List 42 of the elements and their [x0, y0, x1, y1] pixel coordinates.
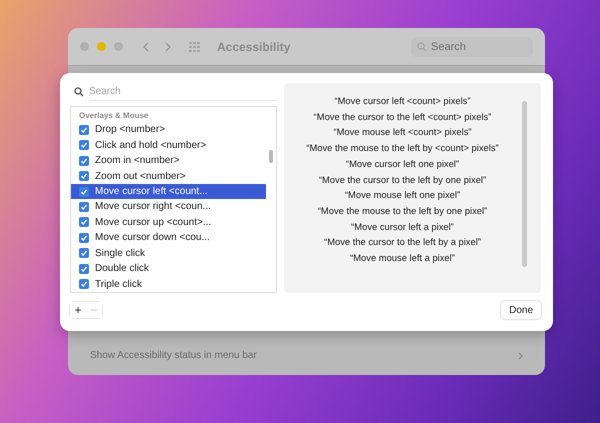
command-row[interactable]: Click and hold <number>: [71, 137, 266, 153]
section-header: Overlays & Mouse: [78, 111, 150, 122]
phrase-text: “Move the cursor to the left by a pixel”: [324, 235, 481, 250]
checkbox[interactable]: [79, 264, 89, 274]
window-title: Accessibility: [217, 40, 290, 54]
command-row[interactable]: Drop <number>: [71, 122, 266, 138]
search-field[interactable]: Search: [89, 83, 277, 101]
search-icon: [74, 87, 84, 97]
command-row[interactable]: Zoom out <number>: [71, 168, 266, 184]
checkbox[interactable]: [79, 202, 89, 212]
command-row[interactable]: Triple click: [71, 276, 266, 292]
phrase-text: “Move the cursor to the left <count> pixels”: [314, 110, 492, 124]
checkbox[interactable]: [79, 140, 89, 150]
phrase-text: “Move mouse left a pixel”: [350, 251, 455, 266]
setting-label: Show Accessibility status in menu bar: [90, 350, 257, 361]
command-row[interactable]: Move cursor right <coun...: [71, 199, 266, 215]
checkbox[interactable]: [79, 279, 89, 290]
phrase-text: “Move cursor left <count> pixels”: [334, 94, 470, 108]
phrase-text: “Move cursor left a pixel”: [351, 220, 454, 234]
checkbox[interactable]: [79, 171, 89, 182]
done-button[interactable]: Done: [501, 301, 541, 319]
command-row[interactable]: Move cursor left <count...: [71, 184, 266, 200]
phrase-text: “Move the mouse to the left by one pixel”: [318, 204, 488, 218]
checkbox[interactable]: [79, 124, 89, 135]
search-icon: [417, 42, 427, 52]
phrase-text: “Move cursor left one pixel”: [346, 156, 460, 171]
command-row[interactable]: Zoom in <number>: [71, 152, 266, 168]
checkbox[interactable]: [79, 186, 89, 197]
command-row[interactable]: Double click: [71, 261, 266, 277]
command-row[interactable]: Move cursor up <count>...: [71, 214, 266, 230]
phrase-text: “Move mouse left <count> pixels”: [333, 125, 472, 140]
phrase-text: “Move the cursor to the left by one pixel”: [318, 172, 486, 187]
checkbox[interactable]: [79, 156, 89, 166]
command-row[interactable]: Single click: [71, 246, 266, 262]
checkbox[interactable]: [79, 248, 89, 258]
command-row[interactable]: Move cursor down <cou...: [71, 230, 266, 246]
phrase-text: “Move the mouse to the left by <count> pixels”: [306, 141, 499, 156]
phrase-text: “Move mouse left one pixel”: [344, 188, 460, 202]
scrollbar-thumb[interactable]: [269, 150, 273, 163]
scrollbar-thumb[interactable]: [522, 101, 527, 267]
checkbox[interactable]: [79, 232, 89, 243]
checkbox[interactable]: [79, 217, 89, 228]
